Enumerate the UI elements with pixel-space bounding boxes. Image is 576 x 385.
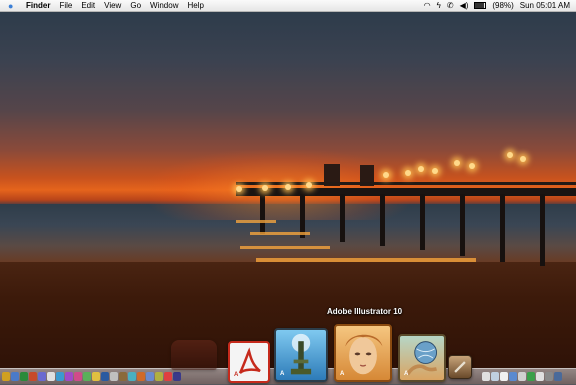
- desktop-wallpaper: [0, 0, 576, 384]
- adobe-logo-icon: A: [280, 371, 285, 377]
- dock-left-icons: [2, 371, 181, 382]
- pier-lamp: [454, 160, 460, 166]
- venus-face-icon: [345, 334, 383, 375]
- dock-app-icon[interactable]: [92, 372, 100, 381]
- pier-lamp: [507, 152, 513, 158]
- dock-app-icon[interactable]: [101, 372, 109, 381]
- light-reflection: [240, 246, 330, 249]
- dock-doc-icon[interactable]: [500, 372, 508, 381]
- app-menu-finder[interactable]: Finder: [26, 1, 50, 10]
- menu-go[interactable]: Go: [130, 1, 141, 10]
- pier-pile: [540, 194, 545, 266]
- pier-pile: [340, 194, 345, 242]
- dock-app-icon[interactable]: [128, 372, 136, 381]
- dock-app-icon[interactable]: [65, 372, 73, 381]
- dock-app-icon[interactable]: [29, 372, 37, 381]
- apple-menu-icon[interactable]: ●: [8, 1, 20, 11]
- menu-file[interactable]: File: [59, 1, 72, 10]
- phone-icon[interactable]: ✆: [447, 0, 454, 11]
- light-reflection: [256, 258, 476, 262]
- adobe-imageready-icon[interactable]: A: [398, 334, 446, 382]
- adobe-acrobat-icon[interactable]: A: [228, 341, 270, 383]
- dock-app-icon[interactable]: [119, 372, 127, 381]
- adobe-distiller-icon[interactable]: A: [274, 328, 328, 382]
- menu-extras: ◠ ϟ ✆ ◀) (98%) Sun 05:01 AM: [424, 0, 570, 11]
- pier-pile: [460, 194, 465, 256]
- dock-app-icon[interactable]: [110, 372, 118, 381]
- dock-doc-icon[interactable]: [482, 372, 490, 381]
- dock-app-icon[interactable]: [11, 372, 19, 381]
- menu-window[interactable]: Window: [150, 1, 178, 10]
- airport-icon[interactable]: ◠: [424, 0, 431, 11]
- battery-percentage: (98%): [492, 1, 514, 10]
- dock-doc-icon[interactable]: [536, 372, 544, 381]
- dock-app-icon[interactable]: [173, 372, 181, 381]
- dock-app-icon[interactable]: [146, 372, 154, 381]
- menu-view[interactable]: View: [104, 1, 121, 10]
- dock-app-icon[interactable]: [2, 372, 10, 381]
- adobe-logo-icon: A: [234, 372, 239, 378]
- pier-lamp: [432, 168, 438, 174]
- pen-hand-icon: [454, 361, 466, 373]
- dock-doc-icon[interactable]: [509, 372, 517, 381]
- pier-lamp: [469, 163, 475, 169]
- acrobat-logo-icon: [238, 347, 261, 374]
- light-reflection: [236, 220, 276, 223]
- bluetooth-icon[interactable]: ϟ: [437, 0, 441, 11]
- volume-icon[interactable]: ◀): [460, 0, 469, 11]
- dock-app-icon[interactable]: [164, 372, 172, 381]
- pier-pile: [260, 194, 265, 234]
- menu-clock[interactable]: Sun 05:01 AM: [520, 0, 570, 11]
- pier-lamp: [306, 182, 312, 188]
- dock-app-icon[interactable]: [56, 372, 64, 381]
- dock-doc-icon[interactable]: [554, 372, 562, 381]
- dock-app-icon[interactable]: [20, 372, 28, 381]
- pier-lamp: [262, 185, 268, 191]
- dock-right-icons: [482, 371, 562, 382]
- dock-doc-icon[interactable]: [518, 372, 526, 381]
- pier-lamp: [285, 184, 291, 190]
- dock-app-icon[interactable]: [47, 372, 55, 381]
- light-reflection: [250, 232, 310, 235]
- dock-app-icon[interactable]: [155, 372, 163, 381]
- dock-app-icon[interactable]: [83, 372, 91, 381]
- dock-blank-icon[interactable]: [171, 340, 217, 370]
- dock-app-icon[interactable]: [38, 372, 46, 381]
- dock-doc-icon[interactable]: [527, 372, 535, 381]
- menu-edit[interactable]: Edit: [81, 1, 95, 10]
- adobe-logo-icon: A: [340, 371, 345, 377]
- dock-app-icon[interactable]: [74, 372, 82, 381]
- pier-lamp: [383, 172, 389, 178]
- adobe-logo-icon: A: [404, 371, 409, 377]
- distiller-tower-icon: [290, 333, 312, 375]
- pier-lamp: [520, 156, 526, 162]
- pier-pile: [500, 194, 505, 262]
- dock-app-icon[interactable]: [137, 372, 145, 381]
- dock-hover-label: Adobe Illustrator 10: [327, 307, 403, 316]
- adobe-illustrator-icon[interactable]: A: [334, 324, 392, 382]
- pier-pile: [380, 194, 385, 246]
- pier-lamp: [418, 166, 424, 172]
- dock-doc-icon[interactable]: [491, 372, 499, 381]
- pier-lamp: [236, 186, 242, 192]
- pier-lamp: [405, 170, 411, 176]
- hand-icon[interactable]: [448, 355, 472, 379]
- dock-doc-icon[interactable]: [545, 372, 553, 381]
- pier-pile: [420, 194, 425, 250]
- menu-help[interactable]: Help: [187, 1, 203, 10]
- battery-icon[interactable]: [474, 2, 487, 9]
- menu-bar: ● Finder File Edit View Go Window Help ◠…: [0, 0, 576, 12]
